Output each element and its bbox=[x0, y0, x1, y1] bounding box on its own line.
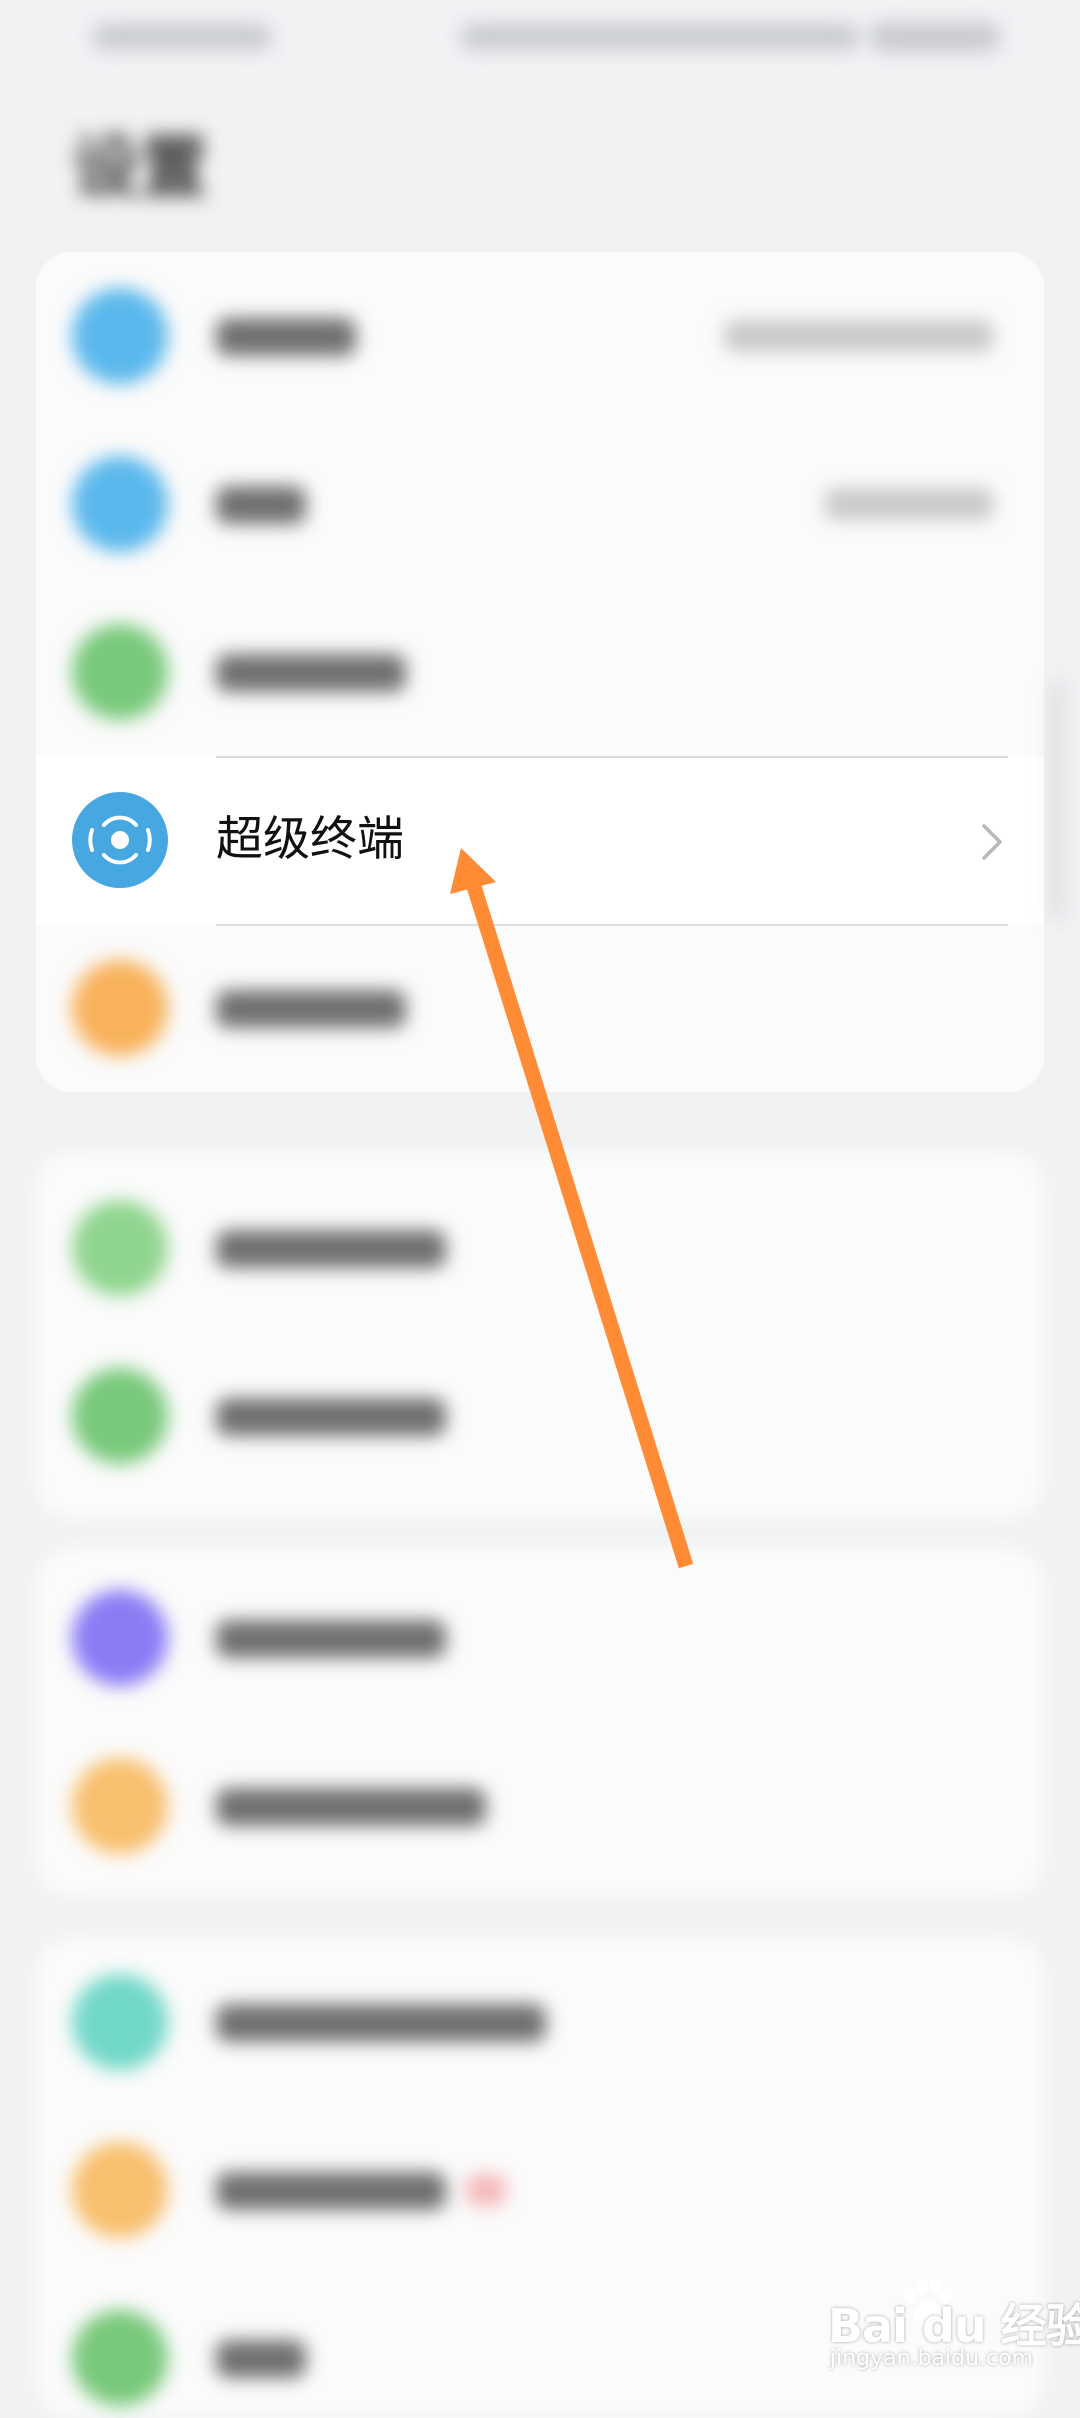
bluetooth-icon bbox=[72, 456, 168, 552]
settings-card-2 bbox=[36, 1152, 1044, 1518]
settings-row-label bbox=[216, 990, 406, 1028]
settings-row-value bbox=[824, 488, 994, 520]
apps-icon bbox=[72, 2142, 168, 2238]
scrollbar[interactable] bbox=[1052, 680, 1062, 920]
settings-row-label bbox=[216, 486, 306, 524]
settings-row-label bbox=[216, 1230, 446, 1268]
divider-top bbox=[216, 756, 1008, 758]
watermark: Bai du 经验 jingyan.baidu.com bbox=[828, 2278, 1080, 2380]
chevron-right-icon bbox=[980, 822, 1004, 862]
settings-row-label bbox=[216, 318, 356, 356]
settings-row-label bbox=[216, 1398, 446, 1436]
settings-row-home-screen[interactable] bbox=[36, 1164, 1044, 1332]
settings-row-sound[interactable] bbox=[36, 1554, 1044, 1722]
display-icon bbox=[72, 1368, 168, 1464]
settings-row-bluetooth[interactable] bbox=[36, 420, 1044, 588]
page-title: 设置 bbox=[72, 129, 209, 208]
mobile-network-icon bbox=[72, 624, 168, 720]
watermark-url: jingyan.baidu.com bbox=[830, 2346, 1034, 2371]
settings-card-1 bbox=[36, 252, 1044, 1092]
settings-row-label bbox=[216, 2004, 546, 2042]
settings-row-display[interactable] bbox=[36, 1332, 1044, 1500]
settings-row-label bbox=[216, 654, 406, 692]
super-device-icon bbox=[72, 792, 168, 888]
settings-row-mobile-network[interactable] bbox=[36, 588, 1044, 756]
wlan-icon bbox=[72, 288, 168, 384]
settings-row-notifications[interactable] bbox=[36, 1722, 1044, 1890]
settings-row-wlan[interactable] bbox=[36, 252, 1044, 420]
settings-row-super-device[interactable] bbox=[36, 756, 1044, 924]
status-bar bbox=[0, 0, 1080, 80]
status-icons bbox=[460, 24, 860, 50]
biometrics-icon bbox=[72, 1974, 168, 2070]
settings-card-3 bbox=[36, 1548, 1044, 1896]
battery-icon bbox=[870, 22, 1000, 52]
notifications-icon bbox=[72, 1758, 168, 1854]
settings-row-label bbox=[216, 1788, 486, 1826]
status-time bbox=[92, 24, 272, 50]
more-connections-icon bbox=[72, 960, 168, 1056]
battery-settings-icon bbox=[72, 2310, 168, 2406]
settings-row-biometrics[interactable] bbox=[36, 1938, 1044, 2106]
settings-row-label bbox=[216, 2340, 306, 2378]
super-device-label: 超级终端 bbox=[216, 812, 404, 867]
settings-row-value bbox=[724, 320, 994, 352]
sound-icon bbox=[72, 1590, 168, 1686]
home-screen-icon bbox=[72, 1200, 168, 1296]
settings-row-badge bbox=[466, 2174, 506, 2206]
settings-row-apps[interactable] bbox=[36, 2106, 1044, 2274]
settings-row-label bbox=[216, 1620, 446, 1658]
divider-bottom bbox=[216, 924, 1008, 926]
settings-row-label bbox=[216, 2172, 446, 2210]
settings-row-more-connections[interactable] bbox=[36, 924, 1044, 1092]
